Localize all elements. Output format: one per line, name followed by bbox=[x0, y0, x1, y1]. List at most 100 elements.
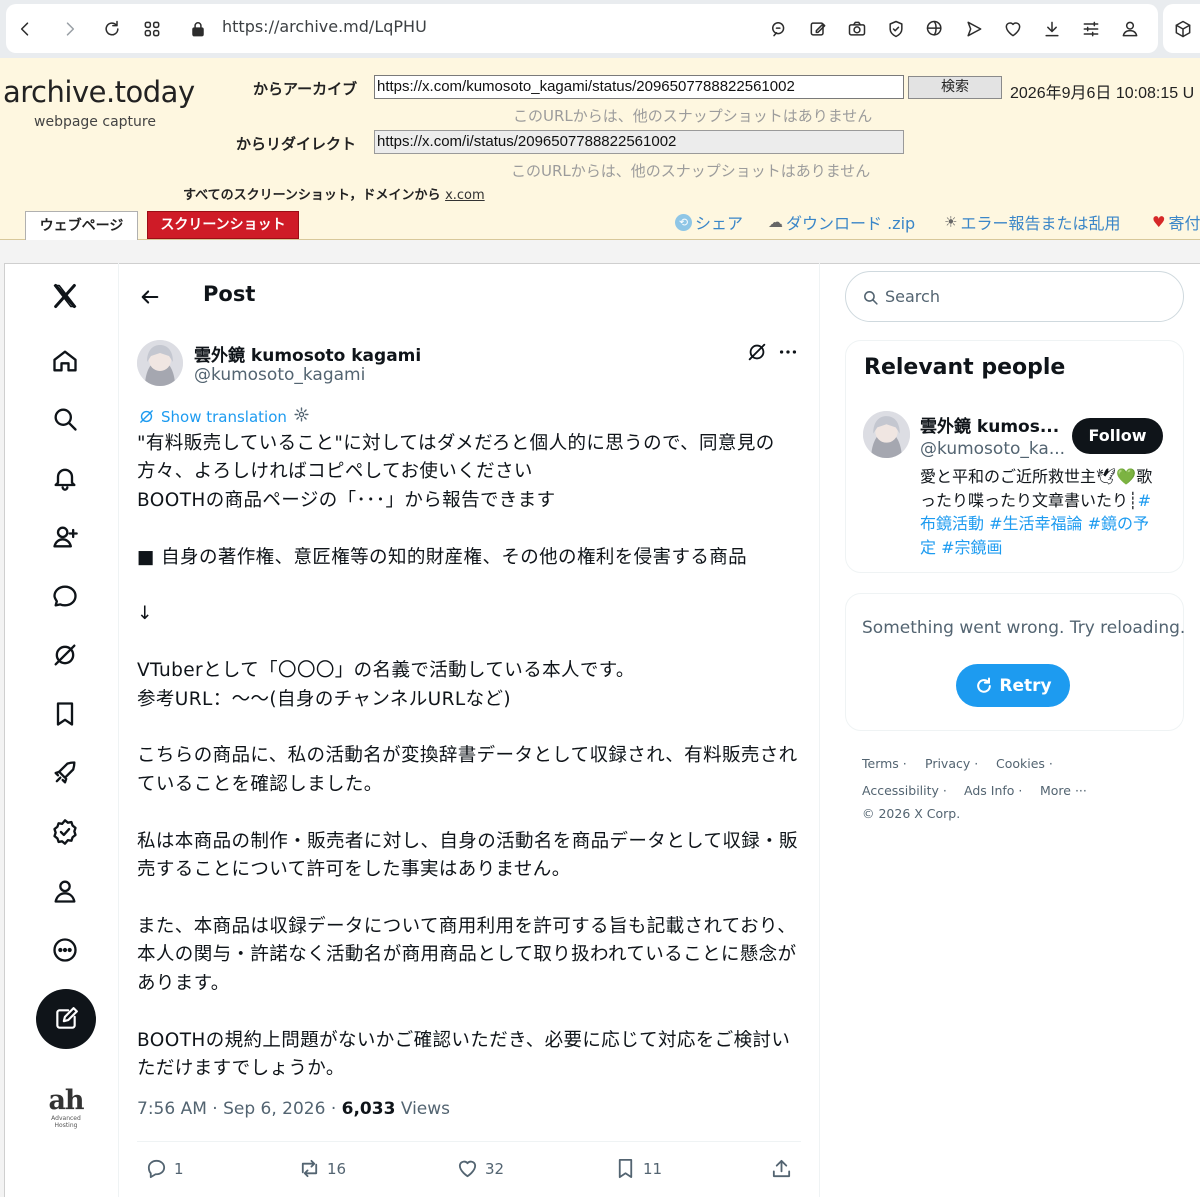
back-arrow-icon[interactable] bbox=[135, 282, 165, 312]
more-options-icon[interactable] bbox=[777, 341, 801, 365]
notifications-bell-icon[interactable] bbox=[44, 457, 86, 499]
archive-header: archive.today webpage capture からアーカイブ ht… bbox=[0, 58, 1200, 241]
menu-lines-icon[interactable] bbox=[1071, 4, 1111, 53]
edit-icon[interactable] bbox=[798, 4, 838, 53]
search-icon bbox=[864, 291, 878, 305]
cloud-download-icon: ☁ bbox=[768, 213, 783, 231]
download-icon[interactable] bbox=[1032, 4, 1072, 53]
reply-count: 1 bbox=[174, 1159, 184, 1178]
gear-icon[interactable] bbox=[293, 406, 310, 427]
author-handle[interactable]: @kumosoto_kagami bbox=[194, 365, 365, 385]
redirected-from-url-field[interactable]: https://x.com/i/status/20965077888225610… bbox=[374, 130, 904, 154]
person-name[interactable]: 雲外鏡 kumos... bbox=[920, 412, 1059, 437]
heart-icon: ♥ bbox=[1152, 213, 1166, 231]
all-screenshots-label: すべてのスクリーンショット，ドメインから bbox=[183, 188, 441, 203]
footer-more-link[interactable]: More ··· bbox=[1040, 783, 1087, 798]
privacy-label: Privacy bbox=[925, 756, 971, 771]
reply-icon bbox=[147, 1159, 166, 1179]
url-prefix: https:// bbox=[222, 17, 280, 36]
terms-label: Terms bbox=[862, 756, 899, 771]
footer-ads-info-link[interactable]: Ads Info · bbox=[964, 783, 1022, 798]
verified-badge-icon[interactable] bbox=[44, 811, 86, 853]
tabs-grid-icon[interactable] bbox=[132, 4, 172, 53]
domain-link[interactable]: x.com bbox=[445, 188, 485, 203]
donate-link[interactable]: ♥ 寄付 bbox=[1152, 210, 1200, 234]
person-bio-text: 愛と平和のご近所救世主🕊💚歌ったり喋ったり文章書いたり┊ bbox=[920, 467, 1153, 510]
repost-button[interactable]: 16 bbox=[298, 1157, 346, 1180]
footer-accessibility-link[interactable]: Accessibility · bbox=[862, 783, 947, 798]
profile-icon[interactable] bbox=[44, 870, 86, 912]
like-button[interactable]: 32 bbox=[456, 1157, 504, 1180]
tab-screenshot[interactable]: スクリーンショット bbox=[147, 211, 299, 239]
x-logo-icon[interactable] bbox=[44, 275, 86, 317]
footer-privacy-link[interactable]: Privacy · bbox=[925, 756, 978, 771]
footer-terms-link[interactable]: Terms · bbox=[862, 756, 907, 771]
share-button[interactable] bbox=[770, 1157, 793, 1180]
url-text[interactable]: https://archive.md/LqPHU bbox=[222, 17, 427, 36]
download-zip-link[interactable]: ☁ ダウンロード .zip bbox=[768, 210, 915, 234]
no-snapshots-note: このURLからは、他のスナップショットはありません bbox=[513, 107, 873, 125]
capture-timestamp: 2026年9月6日 10:08:15 U bbox=[1010, 85, 1195, 102]
rocket-icon[interactable] bbox=[44, 752, 86, 794]
post-timestamp[interactable]: 7:56 AM · Sep 6, 2026 · bbox=[137, 1099, 342, 1119]
back-icon[interactable] bbox=[5, 4, 45, 53]
translate-globe-icon[interactable] bbox=[915, 4, 955, 53]
lock-icon[interactable] bbox=[178, 4, 218, 53]
grok-icon bbox=[140, 410, 153, 423]
follow-button[interactable]: Follow bbox=[1072, 418, 1163, 454]
retry-button[interactable]: Retry bbox=[956, 664, 1070, 707]
messages-icon[interactable] bbox=[44, 575, 86, 617]
camera-icon[interactable] bbox=[837, 4, 877, 53]
author-avatar[interactable] bbox=[137, 340, 183, 386]
reload-icon[interactable] bbox=[92, 4, 132, 53]
profile-icon[interactable] bbox=[1110, 4, 1150, 53]
forward-icon[interactable] bbox=[50, 4, 90, 53]
more-circle-icon[interactable] bbox=[44, 929, 86, 971]
report-label: エラー報告または乱用 bbox=[960, 214, 1121, 233]
author-name[interactable]: 雲外鏡 kumosoto kagami bbox=[194, 341, 421, 366]
person-avatar[interactable] bbox=[863, 411, 910, 458]
archive-logo[interactable]: archive.today bbox=[3, 75, 195, 109]
bookmarks-icon[interactable] bbox=[44, 693, 86, 735]
reply-button[interactable]: 1 bbox=[145, 1157, 184, 1180]
search-input[interactable]: Search bbox=[845, 271, 1184, 322]
compose-post-button[interactable] bbox=[36, 989, 96, 1049]
person-handle[interactable]: @kumosoto_ka... bbox=[920, 439, 1065, 459]
grok-icon[interactable] bbox=[44, 634, 86, 676]
post-meta: 7:56 AM · Sep 6, 2026 · 6,033 Views bbox=[137, 1099, 450, 1119]
bookmark-button[interactable]: 11 bbox=[614, 1157, 662, 1180]
shield-icon[interactable] bbox=[876, 4, 916, 53]
footer-copyright: © 2026 X Corp. bbox=[862, 806, 961, 821]
error-panel bbox=[845, 593, 1184, 731]
home-icon[interactable] bbox=[44, 340, 86, 382]
search-button[interactable]: 検索 bbox=[908, 76, 1002, 99]
share-icon bbox=[772, 1159, 791, 1178]
share-icon: ⟲ bbox=[675, 213, 692, 231]
grok-icon[interactable] bbox=[746, 341, 770, 365]
tab-webpage[interactable]: ウェブページ bbox=[25, 211, 138, 241]
heart-icon[interactable] bbox=[993, 4, 1033, 53]
archived-from-url-field[interactable]: https://x.com/kumosoto_kagami/status/209… bbox=[374, 75, 904, 99]
archived-from-label: からアーカイブ bbox=[253, 80, 358, 98]
extensions-cube-icon[interactable] bbox=[1163, 4, 1200, 53]
error-message: Something went wrong. Try reloading. bbox=[862, 618, 1186, 638]
archive-logo-sub: webpage capture bbox=[34, 114, 156, 130]
report-link[interactable]: ☀ エラー報告または乱用 bbox=[944, 210, 1120, 234]
retry-label: Retry bbox=[999, 675, 1052, 696]
cookies-label: Cookies bbox=[996, 756, 1045, 771]
ah-logo-subtext: Advanced Hosting bbox=[51, 1115, 81, 1129]
relevant-people-title: Relevant people bbox=[864, 355, 1066, 380]
share-link[interactable]: ⟲ シェア bbox=[675, 210, 743, 234]
bug-icon: ☀ bbox=[944, 213, 958, 231]
repost-icon bbox=[301, 1159, 318, 1178]
follow-user-icon[interactable] bbox=[44, 516, 86, 558]
search-icon[interactable] bbox=[44, 398, 86, 440]
search-page-icon[interactable] bbox=[759, 4, 799, 53]
send-icon[interactable] bbox=[954, 4, 994, 53]
advanced-hosting-logo[interactable]: ah Advanced Hosting bbox=[46, 1087, 86, 1130]
bookmark-icon bbox=[618, 1158, 633, 1179]
person-bio: 愛と平和のご近所救世主🕊💚歌ったり喋ったり文章書いたり┊#布鏡活動 #生活幸福論… bbox=[920, 465, 1164, 559]
footer-cookies-link[interactable]: Cookies · bbox=[996, 756, 1053, 771]
show-translation-link[interactable]: Show translation bbox=[138, 406, 310, 427]
views-label: Views bbox=[395, 1099, 451, 1119]
